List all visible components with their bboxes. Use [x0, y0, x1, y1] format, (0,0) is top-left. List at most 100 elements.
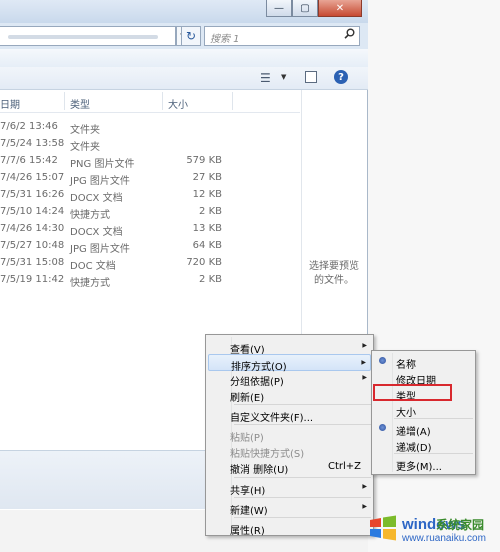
file-date: 7/6/2 13:46	[0, 121, 58, 132]
file-type: 文件夹	[70, 125, 100, 136]
file-type: 快捷方式	[70, 278, 110, 289]
sort-by-name[interactable]: 名称	[374, 353, 473, 371]
sort-submenu: 名称 修改日期 类型 大小 递增(A) 递减(D) 更多(M)...	[371, 350, 476, 475]
view-toolbar: ☰ ▼ ?	[0, 67, 368, 90]
submenu-arrow-icon: ▶	[361, 359, 366, 366]
menu-separator	[234, 404, 371, 405]
address-row: ▼ ↻ 搜索 1	[0, 23, 368, 49]
file-row[interactable]: 7/5/10 14:24 快捷方式 2 KB	[0, 204, 300, 221]
menu-separator	[234, 517, 371, 518]
watermark-suffix: 系统家园	[436, 518, 485, 532]
preview-message: 选择要预览 的文件。	[302, 260, 366, 288]
window-controls: — ▢ ✕	[266, 0, 362, 18]
file-date: 7/5/24 13:58	[0, 138, 65, 149]
radio-dot-icon	[379, 357, 386, 364]
help-icon[interactable]: ?	[334, 70, 348, 84]
menu-item-label: 属性(R)	[230, 526, 265, 537]
file-type: 文件夹	[70, 142, 100, 153]
menu-separator	[234, 477, 371, 478]
menu-item-customize[interactable]: 自定义文件夹(F)...	[208, 406, 371, 424]
file-row[interactable]: 7/5/31 15:08 DOC 文档 720 KB	[0, 255, 300, 272]
file-type: DOCX 文档	[70, 193, 123, 204]
file-row[interactable]: 7/5/31 16:26 DOCX 文档 12 KB	[0, 187, 300, 204]
menu-item-properties[interactable]: 属性(R)	[208, 519, 371, 537]
context-menu: 查看(V) ▶ 排序方式(O) ▶ 分组依据(P) ▶ 刷新(E) 自定义文件夹(F)…	[205, 334, 374, 537]
menu-item-label: 撤消 删除(U)	[230, 465, 289, 476]
highlight-box	[373, 384, 452, 401]
submenu-arrow-icon: ▶	[362, 374, 367, 381]
file-date: 7/7/6 15:42	[0, 155, 58, 166]
file-date: 7/5/19 11:42	[0, 274, 65, 285]
column-divider[interactable]	[64, 92, 65, 110]
file-row[interactable]: 7/6/2 13:46 文件夹	[0, 119, 300, 136]
column-divider[interactable]	[162, 92, 163, 110]
sort-by-size[interactable]: 大小	[374, 401, 473, 419]
menu-item-paste-shortcut: 粘贴快捷方式(S)	[208, 442, 371, 460]
title-bar: — ▢ ✕	[0, 0, 368, 23]
column-header-date[interactable]: 日期	[0, 96, 20, 111]
command-bar	[0, 49, 368, 68]
column-divider[interactable]	[232, 92, 233, 110]
search-input[interactable]: 搜索 1	[204, 26, 360, 46]
file-size: 2 KB	[199, 274, 222, 285]
menu-item-undo-delete[interactable]: 撤消 删除(U) Ctrl+Z	[208, 458, 371, 476]
column-header-type[interactable]: 类型	[70, 96, 90, 111]
address-bar[interactable]	[0, 26, 176, 46]
search-icon[interactable]	[344, 28, 355, 42]
file-type: DOC 文档	[70, 261, 116, 272]
menu-item-label: 自定义文件夹(F)...	[230, 413, 314, 424]
file-row[interactable]: 7/4/26 14:30 DOCX 文档 13 KB	[0, 221, 300, 238]
file-row[interactable]: 7/4/26 15:07 JPG 图片文件 27 KB	[0, 170, 300, 187]
windows-logo-icon	[370, 515, 396, 541]
menu-item-label: 共享(H)	[230, 486, 266, 497]
menu-item-sort[interactable]: 排序方式(O) ▶	[208, 354, 371, 373]
file-type: JPG 图片文件	[70, 176, 130, 187]
file-size: 12 KB	[192, 189, 222, 200]
menu-separator	[234, 424, 371, 425]
file-date: 7/5/31 15:08	[0, 257, 65, 268]
menu-item-share[interactable]: 共享(H) ▶	[208, 479, 371, 497]
menu-separator	[234, 497, 371, 498]
file-row[interactable]: 7/5/19 11:42 快捷方式 2 KB	[0, 272, 300, 289]
chevron-down-icon[interactable]: ▼	[281, 73, 286, 81]
submenu-arrow-icon: ▶	[362, 342, 367, 349]
sort-descending[interactable]: 递减(D)	[374, 436, 473, 454]
address-path-blurred	[8, 35, 158, 39]
file-date: 7/4/26 14:30	[0, 223, 65, 234]
preview-message-line: 的文件。	[314, 275, 354, 286]
sort-ascending[interactable]: 递增(A)	[374, 420, 473, 438]
menu-item-group[interactable]: 分组依据(P) ▶	[208, 370, 371, 388]
view-options-icon[interactable]: ☰	[260, 71, 271, 85]
file-type: PNG 图片文件	[70, 159, 135, 170]
menu-separator	[394, 453, 473, 454]
file-row[interactable]: 7/7/6 15:42 PNG 图片文件 579 KB	[0, 153, 300, 170]
menu-item-label: 新建(W)	[230, 506, 268, 517]
preview-message-line: 选择要预览	[309, 261, 359, 272]
maximize-button[interactable]: ▢	[292, 0, 318, 17]
file-size: 2 KB	[199, 206, 222, 217]
watermark-url: www.ruanaiku.com	[402, 533, 486, 544]
radio-dot-icon	[379, 424, 386, 431]
menu-item-view[interactable]: 查看(V) ▶	[208, 338, 371, 356]
column-header-size[interactable]: 大小	[168, 96, 188, 111]
file-size: 64 KB	[192, 240, 222, 251]
file-type: 快捷方式	[70, 210, 110, 221]
menu-item-refresh[interactable]: 刷新(E)	[208, 386, 371, 404]
menu-item-new[interactable]: 新建(W) ▶	[208, 499, 371, 517]
submenu-arrow-icon: ▶	[362, 483, 367, 490]
file-row[interactable]: 7/5/27 10:48 JPG 图片文件 64 KB	[0, 238, 300, 255]
preview-pane-icon[interactable]	[305, 71, 317, 83]
file-date: 7/5/27 10:48	[0, 240, 65, 251]
refresh-button[interactable]: ↻	[181, 26, 201, 46]
file-size: 27 KB	[192, 172, 222, 183]
file-type: DOCX 文档	[70, 227, 123, 238]
file-size: 579 KB	[186, 155, 222, 166]
file-row[interactable]: 7/5/24 13:58 文件夹	[0, 136, 300, 153]
sort-more[interactable]: 更多(M)...	[374, 455, 473, 473]
column-header-row: 日期 类型 大小	[0, 90, 300, 113]
search-placeholder: 搜索 1	[210, 34, 240, 45]
file-type: JPG 图片文件	[70, 244, 130, 255]
close-button[interactable]: ✕	[318, 0, 362, 17]
menu-separator	[394, 418, 473, 419]
minimize-button[interactable]: —	[266, 0, 292, 17]
